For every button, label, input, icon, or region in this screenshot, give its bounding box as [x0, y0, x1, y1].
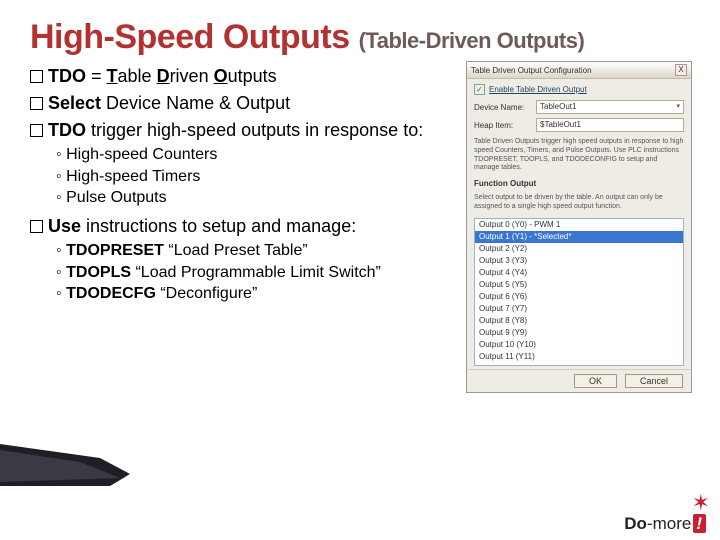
list-item[interactable]: Output 12 (Y12): [475, 363, 683, 366]
ok-button[interactable]: OK: [574, 374, 617, 388]
list-item[interactable]: Output 5 (Y5): [475, 279, 683, 291]
list-item: TDOPLS “Load Programmable Limit Switch”: [56, 262, 450, 284]
description-2: Select output to be driven by the table.…: [474, 194, 684, 212]
bullet-3: TDO trigger high-speed outputs in respon…: [30, 119, 450, 142]
output-listbox[interactable]: Output 0 (Y0) - PWM 1Output 1 (Y1) - *Se…: [474, 218, 684, 366]
section-header: Function Output: [474, 179, 684, 188]
heap-input[interactable]: $TableOut1: [536, 118, 684, 132]
list-item[interactable]: Output 10 (Y10): [475, 339, 683, 351]
list-item[interactable]: Output 11 (Y11): [475, 351, 683, 363]
cancel-button[interactable]: Cancel: [625, 374, 683, 388]
checkbox-icon: [30, 97, 43, 110]
enable-label: Enable Table Driven Output: [489, 85, 587, 94]
list-item: TDOPRESET “Load Preset Table”: [56, 240, 450, 262]
chevron-down-icon: ▾: [676, 101, 680, 113]
slide-title: High-Speed Outputs (Table-Driven Outputs…: [30, 18, 696, 57]
list-item: High-speed Timers: [56, 166, 450, 188]
dialog-title: Table Driven Output Configuration: [471, 66, 592, 75]
devname-label: Device Name:: [474, 103, 530, 112]
list-item: Pulse Outputs: [56, 187, 450, 209]
bullet-1: TDO = Table Driven Outputs: [30, 65, 450, 88]
enable-checkbox[interactable]: ✓ Enable Table Driven Output: [474, 84, 684, 95]
checkbox-icon: [30, 220, 43, 233]
list-item: TDODECFG “Deconfigure”: [56, 283, 450, 305]
domore-logo: ✶ Do-more!: [624, 488, 706, 534]
list-item[interactable]: Output 1 (Y1) - *Selected*: [475, 231, 683, 243]
decorative-shard: [0, 444, 130, 486]
list-item[interactable]: Output 8 (Y8): [475, 315, 683, 327]
star-icon: ✶: [692, 490, 710, 515]
list-item[interactable]: Output 9 (Y9): [475, 327, 683, 339]
title-sub: (Table-Driven Outputs): [359, 28, 585, 53]
bullet-4-sublist: TDOPRESET “Load Preset Table” TDOPLS “Lo…: [56, 240, 450, 305]
checkbox-checked-icon: ✓: [474, 84, 485, 95]
list-item[interactable]: Output 6 (Y6): [475, 291, 683, 303]
bullet-content: TDO = Table Driven Outputs Select Device…: [30, 61, 450, 393]
list-item: High-speed Counters: [56, 144, 450, 166]
checkbox-icon: [30, 70, 43, 83]
list-item[interactable]: Output 2 (Y2): [475, 243, 683, 255]
list-item[interactable]: Output 7 (Y7): [475, 303, 683, 315]
title-main: High-Speed Outputs: [30, 18, 350, 56]
bullet-3-sublist: High-speed Counters High-speed Timers Pu…: [56, 144, 450, 209]
heap-label: Heap Item:: [474, 121, 530, 130]
list-item[interactable]: Output 3 (Y3): [475, 255, 683, 267]
close-icon[interactable]: X: [675, 64, 687, 76]
bullet-4: Use instructions to setup and manage:: [30, 215, 450, 238]
checkbox-icon: [30, 124, 43, 137]
list-item[interactable]: Output 4 (Y4): [475, 267, 683, 279]
dialog-titlebar: Table Driven Output Configuration X: [467, 62, 691, 79]
devname-input[interactable]: TableOut1▾: [536, 100, 684, 114]
config-dialog: Table Driven Output Configuration X ✓ En…: [466, 61, 692, 393]
list-item[interactable]: Output 0 (Y0) - PWM 1: [475, 219, 683, 231]
bullet-2: Select Device Name & Output: [30, 92, 450, 115]
description-1: Table Driven Outputs trigger high speed …: [474, 138, 684, 173]
